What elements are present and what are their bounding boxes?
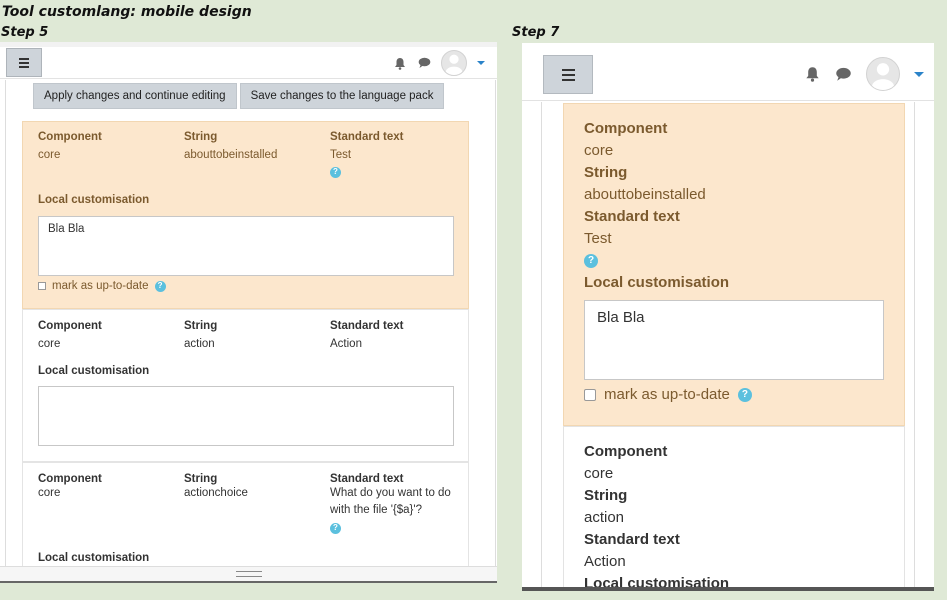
apply-changes-button[interactable]: Apply changes and continue editing (33, 83, 237, 109)
resize-handle[interactable] (0, 566, 497, 581)
local-customisation-label: Local customisation (38, 194, 150, 206)
string-label: String (184, 320, 218, 332)
component-value: core (38, 487, 61, 499)
string-entry: Component core String action Standard te… (563, 426, 905, 591)
string-label: String (184, 473, 218, 485)
component-label: Component (584, 120, 668, 137)
customisation-textarea[interactable]: Bla Bla (38, 216, 454, 276)
chat-icon[interactable] (417, 56, 431, 70)
standard-text-value: Test (330, 149, 352, 161)
uptodate-label: mark as up-to-date (52, 280, 149, 292)
string-value: abouttobeinstalled (184, 149, 278, 161)
component-label: Component (38, 320, 102, 332)
local-customisation-label: Local customisation (584, 274, 730, 291)
customisation-list: Apply changes and continue editing Save … (5, 80, 496, 567)
customisation-textarea[interactable]: Bla Bla (584, 300, 884, 380)
navbar (0, 47, 497, 79)
component-value: core (584, 465, 614, 482)
help-icon[interactable]: ? (154, 280, 166, 292)
help-icon[interactable]: ? (584, 254, 598, 268)
component-value: core (38, 149, 61, 161)
customisation-textarea[interactable] (38, 386, 454, 446)
uptodate-checkbox[interactable] (38, 282, 46, 290)
local-customisation-label: Local customisation (38, 365, 150, 377)
customisation-list: Component core String abouttobeinstalled… (541, 102, 915, 591)
standard-text-label: Standard text (584, 531, 680, 548)
uptodate-checkbox[interactable] (584, 389, 596, 401)
string-value: action (584, 509, 625, 526)
hamburger-icon (561, 68, 575, 81)
string-label: String (584, 164, 628, 181)
standard-text-label: Standard text (584, 208, 680, 225)
caret-down-icon[interactable] (914, 71, 924, 77)
string-label: String (584, 487, 628, 504)
standard-text-value: Test (584, 230, 612, 247)
string-entry: Component core String abouttobeinstalled… (563, 103, 905, 426)
standard-text-label: Standard text (330, 473, 404, 485)
component-value: core (584, 142, 614, 159)
help-icon[interactable]: ? (330, 166, 341, 178)
string-entry: Component core String abouttobeinstalled… (22, 121, 469, 309)
standard-text-label: Standard text (330, 131, 404, 143)
chat-icon[interactable] (834, 66, 852, 82)
hamburger-icon (19, 57, 29, 68)
string-value: abouttobeinstalled (584, 186, 706, 203)
component-label: Component (584, 443, 668, 460)
local-customisation-label: Local customisation (38, 552, 150, 564)
standard-text-value: Action (584, 553, 626, 570)
uptodate-label: mark as up-to-date (604, 386, 730, 403)
caret-down-icon[interactable] (477, 61, 485, 65)
help-icon[interactable]: ? (737, 388, 752, 402)
string-value: actionchoice (184, 487, 248, 499)
help-icon[interactable]: ? (330, 522, 341, 534)
standard-text-value: Action (330, 338, 362, 350)
navbar (522, 43, 934, 101)
string-entry: Component core String action Standard te… (22, 309, 469, 462)
bell-icon[interactable] (804, 66, 820, 82)
save-changes-button[interactable]: Save changes to the language pack (239, 83, 445, 109)
local-customisation-label: Local customisation (584, 575, 730, 591)
standard-text-label: Standard text (330, 320, 404, 332)
component-value: core (38, 338, 61, 350)
string-entry: Component core String actionchoice Stand… (22, 462, 469, 567)
step-5-screen: Apply changes and continue editing Save … (0, 42, 497, 583)
avatar-icon[interactable] (866, 57, 900, 91)
string-label: String (184, 131, 218, 143)
component-label: Component (38, 131, 102, 143)
string-value: action (184, 338, 215, 350)
component-label: Component (38, 473, 102, 485)
avatar-icon[interactable] (441, 50, 467, 76)
menu-button[interactable] (543, 55, 593, 94)
resize-grip-icon (235, 571, 262, 577)
bell-icon[interactable] (393, 56, 407, 70)
document-title: Tool customlang: mobile design (2, 4, 252, 20)
menu-button[interactable] (6, 48, 42, 77)
standard-text-value: What do you want to do with the file '{$… (330, 487, 451, 516)
step-5-label: Step 5 (1, 25, 49, 40)
step-7-label: Step 7 (512, 25, 560, 40)
step-7-screen: Component core String abouttobeinstalled… (522, 43, 934, 591)
